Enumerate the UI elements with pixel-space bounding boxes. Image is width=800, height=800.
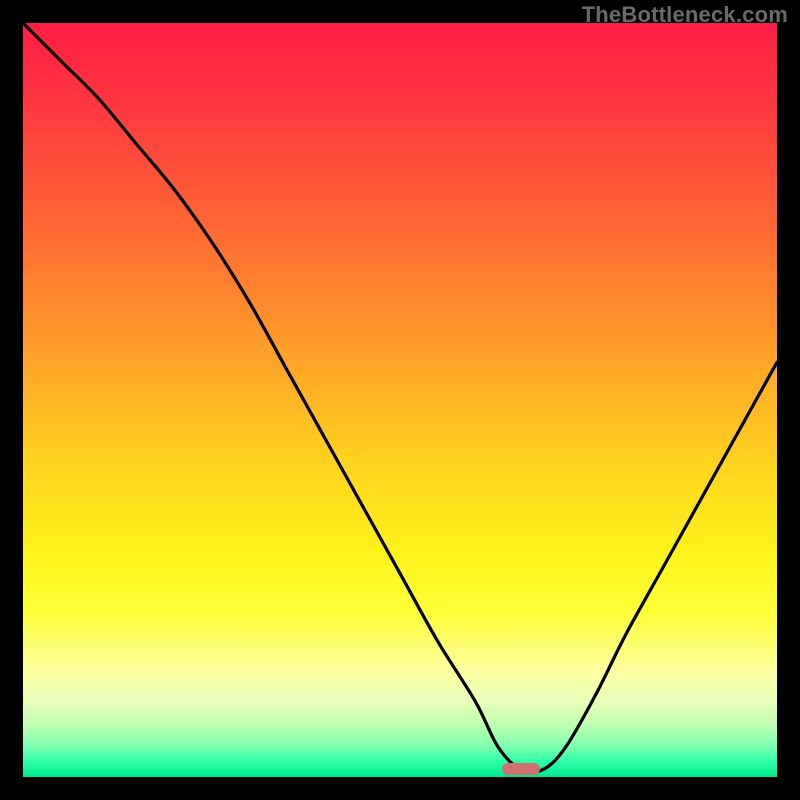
watermark-text: TheBottleneck.com	[582, 2, 788, 28]
bottleneck-curve	[23, 23, 777, 777]
optimal-point-marker	[502, 763, 540, 775]
chart-frame: TheBottleneck.com	[0, 0, 800, 800]
plot-area	[23, 23, 777, 777]
